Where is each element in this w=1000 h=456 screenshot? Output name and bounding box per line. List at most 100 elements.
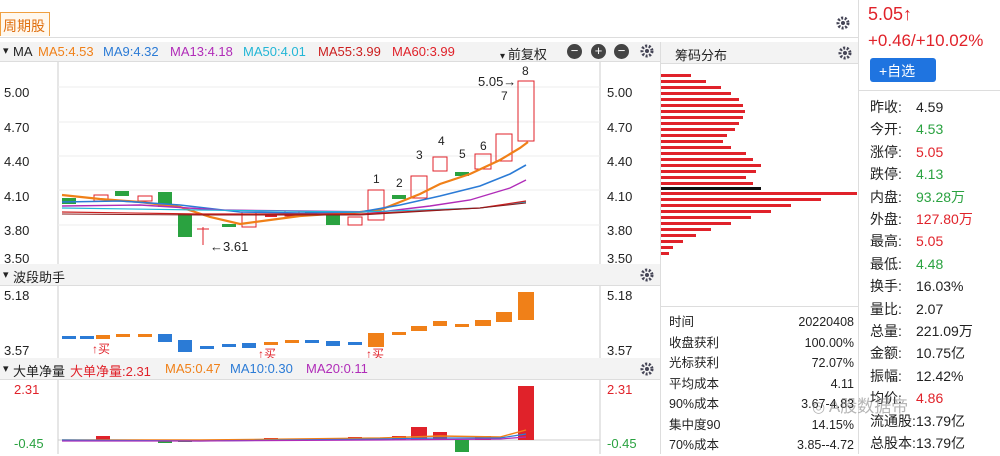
wave-gear-icon[interactable] (640, 268, 654, 285)
chip-value: 3.85--4.72 (797, 438, 854, 452)
flow-ma20: MA20:0.11 (306, 361, 368, 376)
quote-value: 4.59 (916, 99, 944, 115)
wave-bottom-left: 3.57 (4, 343, 30, 358)
flow-top-left: 2.31 (14, 382, 40, 397)
y-tick: 4.10 (607, 188, 633, 204)
flow-gear-icon[interactable] (640, 362, 654, 379)
quote-value: 4.86 (916, 390, 944, 407)
y-tick: 4.40 (4, 154, 30, 169)
quote-key: 跌停: (870, 166, 902, 183)
quote-value: 4.48 (916, 255, 944, 272)
chip-key: 时间 (669, 315, 695, 329)
ma-collapse-icon[interactable]: ▾ (3, 44, 9, 57)
candlestick-chart[interactable] (0, 62, 660, 264)
ma50-label: MA50:4.01 (243, 44, 306, 59)
quote-key: 今开: (870, 121, 902, 138)
tab-label: 周期股 (3, 18, 45, 34)
chip-value: 100.00% (804, 335, 854, 350)
y-tick: 5.00 (607, 85, 633, 100)
quote-value: 127.80万 (916, 211, 973, 228)
settings-gear-icon[interactable] (836, 16, 850, 33)
chip-title: 筹码分布 (675, 48, 728, 63)
minus-circle-icon[interactable]: − (567, 44, 582, 59)
flow-ma5: MA5:0.47 (165, 361, 221, 376)
quote-value: 12.42% (916, 367, 964, 384)
tab-cycle-stocks[interactable]: 周期股 (0, 12, 50, 36)
y-tick: 4.70 (4, 119, 30, 135)
quote-key: 最高: (870, 233, 902, 250)
y-tick: 4.70 (607, 119, 633, 135)
plus-circle-icon[interactable]: + (591, 44, 606, 59)
candles (62, 80, 535, 245)
y-grid (58, 86, 600, 226)
day-count-2: 2 (396, 176, 403, 190)
quote-key: 金额: (870, 345, 902, 362)
quote-key: 外盘: (870, 211, 902, 228)
chip-key: 光标获利 (669, 356, 720, 370)
quote-key: 昨收: (870, 99, 902, 115)
chip-key: 集中度90 (669, 417, 721, 432)
chip-value: 4.11 (830, 376, 854, 391)
ma9-label: MA9:4.32 (103, 44, 159, 59)
wave-header: ▾ 波段助手 (0, 264, 660, 286)
y-tick: 3.80 (607, 223, 633, 238)
ma-title: MA (13, 44, 33, 59)
top-bar (0, 0, 858, 38)
day-count-3: 3 (416, 148, 423, 162)
wave-collapse-icon[interactable]: ▾ (3, 268, 9, 281)
chip-value: 72.07% (811, 356, 854, 370)
chip-header: 筹码分布 (661, 42, 858, 64)
chip-value: 20220408 (798, 315, 854, 329)
quote-key: 内盘: (870, 188, 902, 205)
chip-gear-icon[interactable] (838, 46, 852, 63)
wave-top-left: 5.18 (4, 288, 30, 303)
quote-key: 最低: (870, 255, 902, 272)
wave-bottom-right: 3.57 (607, 343, 633, 358)
flow-bottom-left: -0.45 (14, 436, 44, 451)
quote-values: 4.59 4.53 5.05 4.13 93.28万 127.80万 5.05 … (916, 96, 973, 455)
chart-settings-gear-icon[interactable] (640, 44, 654, 61)
quote-key: 总量: (870, 323, 902, 340)
ma55-label: MA55:3.99 (318, 44, 381, 59)
high-annotation: 5.05→ (478, 74, 517, 89)
flow-header: ▾ 大单净量 大单净量:2.31 MA5:0.47 MA10:0.30 MA20… (0, 358, 660, 380)
quote-value: 93.28万 (916, 188, 966, 205)
buy-signal-1: ↑买 (92, 342, 111, 356)
quote-value: 10.75亿 (916, 345, 966, 362)
chip-key: 收盘获利 (669, 335, 720, 350)
quote-divider (859, 90, 1000, 91)
flow-chart[interactable] (0, 380, 660, 454)
day-count-8: 8 (522, 64, 529, 78)
adjust-dropdown[interactable]: ▾ 前复权 (500, 44, 547, 63)
minus-circle-icon-2[interactable]: − (614, 44, 629, 59)
quote-value: 13.79亿 (916, 435, 966, 452)
day-count-1: 1 (373, 172, 380, 186)
y-tick: 3.80 (4, 223, 30, 238)
add-watchlist-label: +自选 (879, 63, 916, 79)
quote-key: 涨停: (870, 143, 902, 160)
wave-top-right: 5.18 (607, 288, 633, 303)
chip-key: 70%成本 (669, 438, 720, 452)
watermark-text: A股数据帝 (828, 397, 909, 416)
quote-value: 16.03% (916, 278, 964, 295)
y-tick: 5.00 (4, 85, 30, 100)
add-watchlist-button[interactable]: +自选 (870, 58, 936, 82)
quote-key: 换手: (870, 278, 902, 295)
flow-bottom-right: -0.45 (607, 436, 637, 451)
quote-value: 2.07 (916, 300, 944, 317)
flow-collapse-icon[interactable]: ▾ (3, 362, 9, 375)
adjust-label: 前复权 (507, 47, 547, 62)
price-change: +0.46/+10.02% (868, 31, 984, 50)
day-count-4: 4 (438, 134, 445, 148)
y-tick: 4.10 (4, 188, 30, 204)
quote-value: 13.79亿 (916, 412, 966, 429)
chip-key: 平均成本 (669, 376, 720, 391)
day-count-6: 6 (480, 139, 487, 153)
flow-value: 大单净量:2.31 (70, 364, 151, 379)
day-count-7: 7 (501, 89, 508, 103)
quote-value: 4.13 (916, 166, 944, 183)
quote-value: 5.05 (916, 143, 944, 160)
flow-top-right: 2.31 (607, 382, 633, 397)
ma60-label: MA60:3.99 (392, 44, 455, 59)
main-y-left: 5.00 4.70 4.40 4.10 3.80 3.50 (4, 76, 29, 269)
